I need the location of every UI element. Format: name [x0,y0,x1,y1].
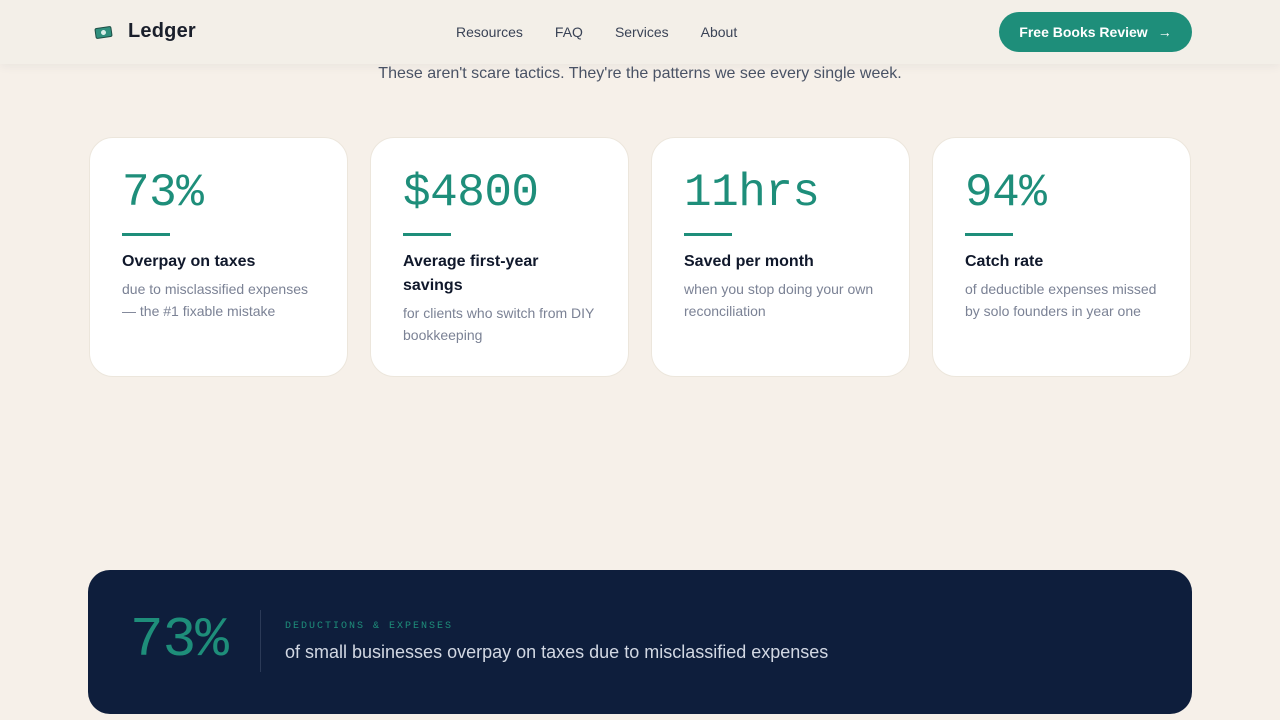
stat-value: 94% [965,167,1047,219]
stat-value: 11hrs [684,167,820,219]
stat-card: $4800 Average first-year savings for cli… [370,137,629,377]
stat-card: 94% Catch rate of deductible expenses mi… [932,137,1191,377]
stat-label: Saved per month [684,253,814,270]
stat-description: when you stop doing your own reconciliat… [684,281,874,319]
main-nav: Resources FAQ Services About [456,24,737,40]
nav-link-faq[interactable]: FAQ [555,24,583,40]
free-books-review-button[interactable]: Free Books Review → [999,12,1192,52]
stat-value: $4800 [403,167,539,219]
stat-value: 73% [122,167,204,219]
stat-divider [403,233,451,236]
stats-cards: 73% Overpay on taxes due to misclassifie… [89,137,1191,377]
money-icon [94,24,114,40]
section-subtitle: These aren't scare tactics. They're the … [378,65,902,82]
stat-divider [684,233,732,236]
nav-link-services[interactable]: Services [615,24,669,40]
stat-card: 11hrs Saved per month when you stop doin… [651,137,910,377]
stat-label: Average first-year savings [403,253,539,294]
brand-name: Ledger [128,20,196,42]
stat-label: Catch rate [965,253,1044,270]
banner-stat-value: 73% [130,608,229,672]
stat-description: due to misclassified expenses — the #1 f… [122,281,308,319]
site-header: Ledger Resources FAQ Services About Free… [0,0,1280,64]
stat-divider [122,233,170,236]
arrow-right-icon: → [1157,24,1172,40]
nav-link-resources[interactable]: Resources [456,24,523,40]
banner-divider [260,610,261,672]
stat-divider [965,233,1013,236]
banner-kicker: DEDUCTIONS & EXPENSES [285,621,454,632]
nav-link-about[interactable]: About [701,24,738,40]
stat-description: of deductible expenses missed by solo fo… [965,281,1157,319]
stat-card: 73% Overpay on taxes due to misclassifie… [89,137,348,377]
stat-description: for clients who switch from DIY bookkeep… [403,305,595,343]
brand-logo[interactable]: Ledger [94,20,196,43]
cta-label: Free Books Review [1019,24,1148,40]
highlight-banner: 73% DEDUCTIONS & EXPENSES of small busin… [88,570,1192,714]
banner-text: of small businesses overpay on taxes due… [285,642,829,662]
stat-label: Overpay on taxes [122,253,256,270]
